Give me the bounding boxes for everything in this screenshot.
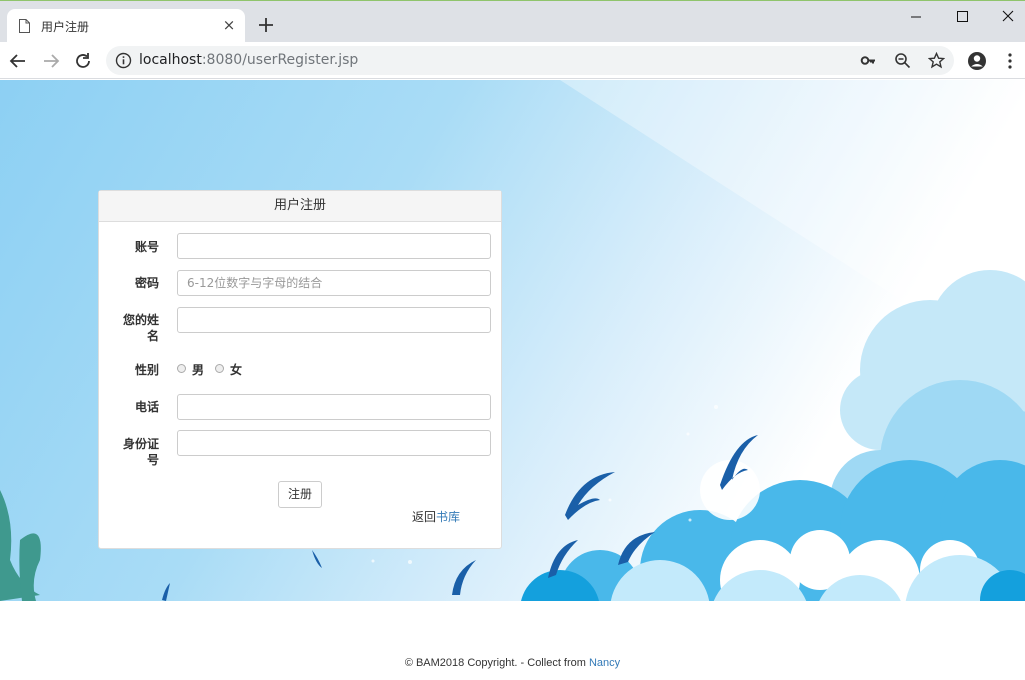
password-input[interactable] — [177, 270, 491, 296]
url-text: localhost:8080/userRegister.jsp — [139, 52, 358, 68]
star-icon[interactable] — [928, 52, 945, 69]
footer: © BAM2018 Copyright. - Collect from Nanc… — [0, 657, 1025, 669]
password-label: 密码 — [134, 276, 159, 290]
browser-toolbar: localhost:8080/userRegister.jsp — [0, 42, 1025, 79]
id-label-line1: 身份证 — [122, 437, 159, 451]
id-number-label: 身份证 号 — [99, 436, 159, 468]
register-button[interactable]: 注册 — [278, 481, 322, 508]
phone-label: 电话 — [134, 400, 159, 414]
key-icon[interactable] — [860, 52, 877, 69]
url-host: localhost — [139, 52, 202, 68]
browser-tab[interactable]: 用户注册 × — [7, 9, 245, 43]
reload-icon[interactable] — [73, 51, 93, 71]
copyright-text: © BAM2018 Copyright. - Collect from — [404, 657, 589, 669]
maximize-icon[interactable] — [951, 7, 973, 27]
page-content: 用户注册 账号 密码 您的姓 名 性别 男 女 电话 身份证 号 注册 返回书库… — [0, 80, 1025, 680]
account-input[interactable] — [177, 233, 491, 259]
panel-title: 用户注册 — [99, 191, 501, 222]
zoom-icon[interactable] — [894, 52, 911, 69]
gender-female-label[interactable]: 女 — [230, 361, 242, 378]
author-link[interactable]: Nancy — [589, 657, 620, 669]
name-label: 您的姓 名 — [99, 312, 159, 344]
register-panel: 用户注册 账号 密码 您的姓 名 性别 男 女 电话 身份证 号 注册 返回书库 — [98, 190, 502, 549]
window-close-icon[interactable] — [997, 7, 1019, 27]
close-icon[interactable]: × — [221, 17, 237, 33]
info-icon[interactable] — [115, 52, 132, 69]
back-arrow-icon[interactable] — [8, 51, 28, 71]
back-prefix: 返回 — [412, 510, 437, 524]
url-path: :8080/userRegister.jsp — [201, 52, 359, 68]
gender-female-radio[interactable] — [215, 364, 224, 373]
profile-icon[interactable] — [967, 51, 987, 71]
document-icon — [19, 19, 30, 33]
name-label-line1: 您的姓 — [122, 313, 159, 327]
name-label-line2: 名 — [146, 329, 159, 343]
back-to-library: 返回书库 — [412, 508, 460, 525]
forward-arrow-icon[interactable] — [41, 51, 61, 71]
library-link[interactable]: 书库 — [436, 510, 460, 524]
account-label: 账号 — [134, 240, 159, 254]
tab-title: 用户注册 — [41, 20, 90, 34]
id-number-input[interactable] — [177, 430, 491, 456]
plus-icon[interactable] — [256, 15, 276, 35]
name-input[interactable] — [177, 307, 491, 333]
gender-label: 性别 — [134, 363, 159, 377]
gender-male-radio[interactable] — [177, 364, 186, 373]
phone-input[interactable] — [177, 394, 491, 420]
id-label-line2: 号 — [146, 453, 159, 467]
address-bar[interactable]: localhost:8080/userRegister.jsp — [106, 46, 954, 75]
kebab-menu-icon[interactable] — [1000, 51, 1020, 71]
minimize-icon[interactable] — [905, 7, 927, 27]
gender-male-label[interactable]: 男 — [192, 361, 204, 378]
browser-titlebar: 用户注册 × — [0, 0, 1025, 43]
